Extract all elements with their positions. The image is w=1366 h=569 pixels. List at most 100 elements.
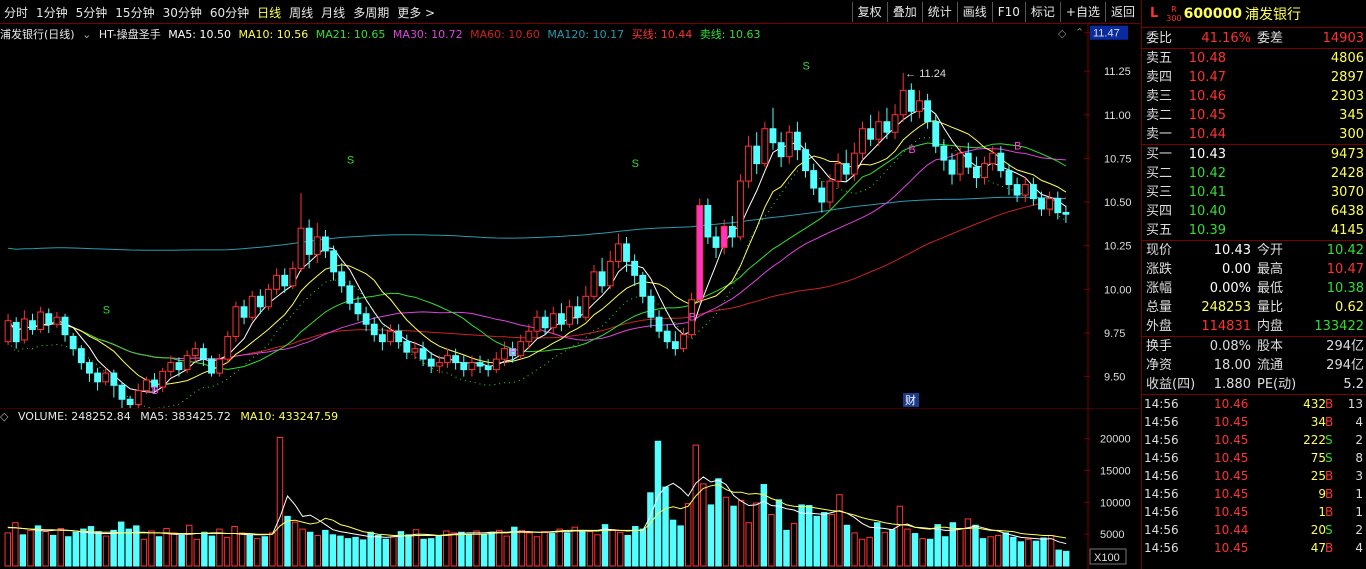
toolbar-button[interactable]: 复权 xyxy=(851,2,887,22)
tick-count: 2 xyxy=(1355,433,1363,447)
candle-down xyxy=(541,316,549,329)
toolbar-button[interactable]: 标记 xyxy=(1024,2,1060,22)
quote-value: 0.62 xyxy=(1335,300,1364,315)
candle-up xyxy=(387,330,394,343)
period-tab[interactable]: 分时 xyxy=(0,4,32,21)
sell-signal-marker: S xyxy=(347,155,354,167)
volume-bar-up xyxy=(1025,538,1032,567)
volume-bar-down xyxy=(344,538,352,567)
volume-bar-up xyxy=(4,532,12,567)
volume-bar-down xyxy=(548,533,556,567)
candle-down xyxy=(802,149,809,172)
volume-bar-up xyxy=(828,513,836,567)
candle-up xyxy=(297,227,305,269)
candle-down xyxy=(631,260,639,276)
price-tick-label: 11.25 xyxy=(1104,66,1131,78)
candle-up xyxy=(590,271,598,297)
period-tab[interactable]: 60分钟 xyxy=(206,4,253,21)
candle-down xyxy=(208,358,215,374)
candle-down xyxy=(777,142,785,158)
volume-bar-down xyxy=(405,534,412,567)
tick-time: 14:56 xyxy=(1144,541,1179,555)
period-tab[interactable]: 月线 xyxy=(317,4,349,21)
volume-bar-down xyxy=(435,534,442,567)
volume-bar-down xyxy=(375,534,382,567)
period-tab[interactable]: 周线 xyxy=(285,4,317,21)
toolbar-button[interactable]: 叠加 xyxy=(886,2,922,22)
tick-time: 14:56 xyxy=(1144,451,1179,465)
candle-up xyxy=(134,390,142,406)
candle-up xyxy=(745,145,753,182)
bid-row: 买三 10.41 3070 xyxy=(1142,183,1366,202)
candle-up xyxy=(891,114,899,133)
volume-bar-up xyxy=(987,536,994,567)
period-tab[interactable]: 5分钟 xyxy=(72,4,112,21)
candlestick-chart[interactable]: SSSSSSSBBBBB← 11.24← 9.22财 11.4711.2511.… xyxy=(0,24,1140,408)
volume-bar-down xyxy=(813,515,820,567)
candle-up xyxy=(289,267,297,287)
stock-header: L R 300 600000 浦发银行 xyxy=(1142,0,1366,28)
volume-bar-up xyxy=(57,527,64,567)
volume-bar-up xyxy=(722,496,730,567)
quote-stats: 现价 10.43 今开 10.42 涨跌 0.00 最高 10.47 涨幅 0.00% 最低 10.3… xyxy=(1142,241,1366,336)
volume-bar-down xyxy=(284,515,291,567)
quote-value: 10.43 xyxy=(1213,243,1251,258)
bid-price: 10.43 xyxy=(1188,147,1226,162)
period-tab[interactable]: 1分钟 xyxy=(32,4,72,21)
candle-down xyxy=(330,250,337,273)
ma120-line xyxy=(8,196,1066,251)
tick-volume: 222 xyxy=(1303,433,1326,447)
volume-tick-label: 20000 xyxy=(1100,434,1131,446)
ask-volume: 2897 xyxy=(1330,70,1364,85)
toolbar-button[interactable]: 返回 xyxy=(1104,2,1140,22)
volume-chart[interactable]: 20000 15000 10000 5000 X100 xyxy=(0,408,1140,569)
volume-bar-up xyxy=(858,538,866,567)
tick-row: 14:56 10.45 222 S 2 xyxy=(1142,431,1366,449)
candle-down xyxy=(810,170,818,189)
volume-bar-down xyxy=(730,505,737,567)
candle-down xyxy=(45,313,53,325)
bid-volume: 3070 xyxy=(1330,185,1364,200)
period-tab[interactable]: 30分钟 xyxy=(159,4,206,21)
bid-volume: 6438 xyxy=(1330,204,1364,219)
volume-bar-up xyxy=(231,526,238,567)
candle-up xyxy=(216,358,224,374)
ask-label: 卖二 xyxy=(1146,108,1173,123)
volume-bar-down xyxy=(942,536,949,567)
volume-bar-up xyxy=(12,522,19,567)
quote-value: 0.00 xyxy=(1222,262,1251,277)
volume-bar-down xyxy=(934,524,941,567)
ask-row: 卖二 10.45 345 xyxy=(1142,106,1366,125)
period-tab[interactable]: 日线 xyxy=(253,4,285,21)
candle-up xyxy=(1021,184,1029,196)
sell-signal-marker: S xyxy=(103,305,110,317)
weicha-value: 14903 xyxy=(1322,31,1364,46)
candle-down xyxy=(883,121,891,133)
financial-report-marker[interactable]: 财 xyxy=(905,393,916,407)
ask-row: 卖一 10.44 300 xyxy=(1142,125,1366,144)
toolbar-button[interactable]: +自选 xyxy=(1059,2,1105,22)
candle-down xyxy=(240,306,248,318)
period-tab[interactable]: 更多 > xyxy=(393,4,439,21)
candle-up xyxy=(435,362,443,367)
volume-bar-up xyxy=(790,522,798,567)
quote-label: 总量 xyxy=(1146,300,1173,315)
volume-tick-label: 10000 xyxy=(1100,497,1131,509)
volume-bar-down xyxy=(1055,549,1062,567)
volume-bar-down xyxy=(821,512,828,567)
buy-signal-marker: B xyxy=(689,312,696,324)
candle-down xyxy=(305,227,313,255)
candle-up xyxy=(525,330,533,343)
volume-bar-down xyxy=(972,524,979,567)
volume-bar-up xyxy=(254,538,261,567)
tick-row: 14:56 10.46 432 B 13 xyxy=(1142,395,1366,413)
toolbar-button[interactable]: F10 xyxy=(991,2,1025,22)
fundamental-row: 换手 0.08% 股本 294亿 xyxy=(1142,337,1366,356)
period-tab[interactable]: 多周期 xyxy=(349,4,393,21)
quote-value: 114831 xyxy=(1201,319,1251,334)
period-tab[interactable]: 15分钟 xyxy=(111,4,158,21)
toolbar-button[interactable]: 统计 xyxy=(921,2,957,22)
toolbar-button[interactable]: 画线 xyxy=(956,2,992,22)
candle-down xyxy=(793,131,801,151)
candle-up xyxy=(614,243,622,262)
